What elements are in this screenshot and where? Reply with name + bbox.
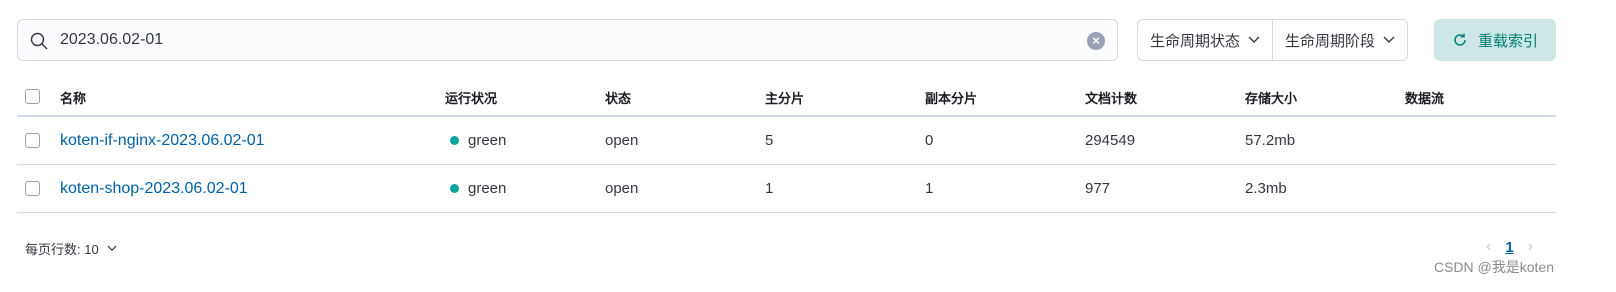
health-cell: green	[445, 117, 506, 164]
watermark: CSDN @我是koten	[1433, 259, 1554, 275]
clear-search-icon[interactable]: ×	[1087, 32, 1105, 50]
row-checkbox[interactable]	[25, 133, 40, 148]
health-value: green	[468, 132, 507, 149]
primary-cell: 5	[765, 132, 774, 149]
status-cell: open	[605, 132, 639, 149]
health-cell: green	[445, 165, 506, 212]
rows-per-page-label: 每页行数: 10	[25, 242, 99, 257]
rows-per-page-selector[interactable]: 每页行数: 10	[25, 239, 117, 258]
previous-page-icon[interactable]: ‹	[1486, 238, 1491, 256]
replicas-cell: 1	[925, 180, 934, 197]
chevron-down-icon	[107, 245, 117, 251]
table-row: koten-shop-2023.06.02-01 green open 1 1 …	[17, 165, 1556, 213]
search-input[interactable]: 2023.06.02-01	[60, 20, 163, 60]
search-icon	[30, 32, 48, 50]
filter-label: 生命周期状态	[1149, 32, 1240, 50]
health-value: green	[468, 180, 507, 197]
reload-label: 重载索引	[1477, 32, 1538, 50]
column-header-replicas[interactable]: 副本分片	[925, 79, 977, 115]
indices-table: 名称 运行状况 状态 主分片 副本分片 文档计数 存储大小 数据流 koten-…	[17, 79, 1556, 213]
reload-indices-button[interactable]: 重载索引	[1434, 19, 1556, 61]
filter-label: 生命周期阶段	[1284, 32, 1375, 50]
health-dot-icon	[450, 184, 459, 193]
row-checkbox[interactable]	[25, 181, 40, 196]
column-header-datastream[interactable]: 数据流	[1405, 79, 1444, 115]
replicas-cell: 0	[925, 132, 934, 149]
column-header-docs[interactable]: 文档计数	[1085, 79, 1137, 115]
column-header-name[interactable]: 名称	[60, 79, 86, 115]
column-header-status[interactable]: 状态	[605, 79, 631, 115]
refresh-icon	[1454, 33, 1466, 46]
next-page-icon[interactable]: ›	[1528, 238, 1533, 256]
index-name-link[interactable]: koten-if-nginx-2023.06.02-01	[60, 117, 265, 164]
column-header-size[interactable]: 存储大小	[1245, 79, 1297, 115]
size-cell: 2.3mb	[1245, 180, 1287, 197]
select-all-checkbox[interactable]	[25, 89, 40, 104]
primary-cell: 1	[765, 180, 774, 197]
chevron-down-icon	[1383, 36, 1395, 43]
column-header-primary[interactable]: 主分片	[765, 79, 804, 115]
column-header-health[interactable]: 运行状况	[445, 79, 497, 115]
filter-group: 生命周期状态 生命周期阶段	[1137, 19, 1408, 61]
table-row: koten-if-nginx-2023.06.02-01 green open …	[17, 117, 1556, 165]
table-header: 名称 运行状况 状态 主分片 副本分片 文档计数 存储大小 数据流	[17, 79, 1556, 117]
index-name-link[interactable]: koten-shop-2023.06.02-01	[60, 165, 248, 212]
lifecycle-status-filter[interactable]: 生命周期状态	[1138, 20, 1272, 60]
health-dot-icon	[450, 136, 459, 145]
status-cell: open	[605, 180, 639, 197]
page-button-current[interactable]: 1	[1505, 239, 1513, 256]
docs-cell: 294549	[1085, 132, 1136, 149]
lifecycle-phase-filter[interactable]: 生命周期阶段	[1272, 20, 1407, 60]
search-bar[interactable]: 2023.06.02-01 ×	[17, 19, 1118, 61]
docs-cell: 977	[1085, 180, 1111, 197]
pagination: ‹ 1 ›	[1486, 238, 1533, 256]
chevron-down-icon	[1248, 36, 1260, 43]
size-cell: 57.2mb	[1245, 132, 1296, 149]
